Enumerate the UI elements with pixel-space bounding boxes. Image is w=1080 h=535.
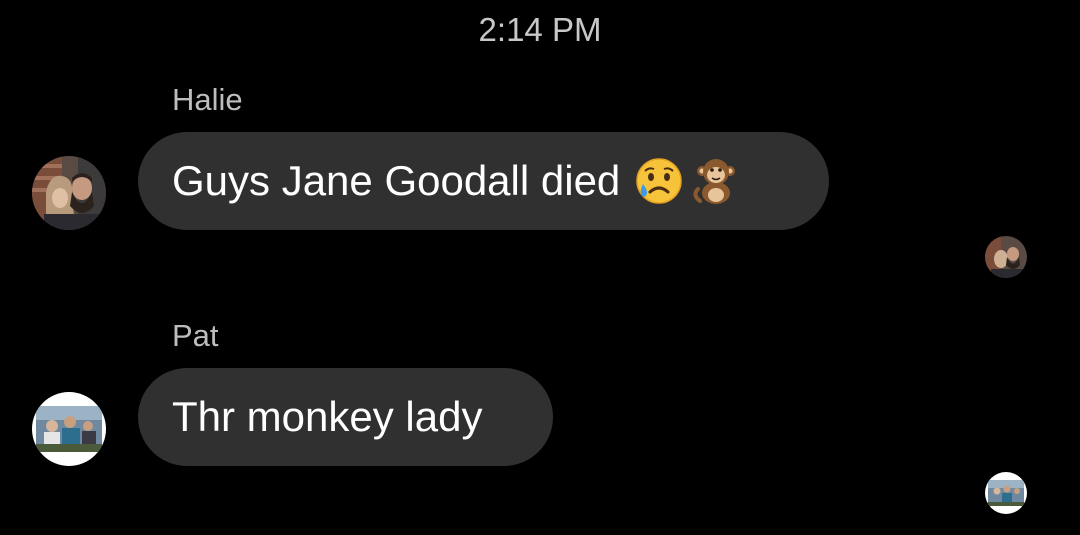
- read-receipt-avatar: [985, 472, 1027, 514]
- sad-relieved-face-icon: [634, 156, 684, 206]
- avatar[interactable]: [32, 392, 106, 466]
- sender-name: Pat: [172, 318, 219, 353]
- avatar[interactable]: [32, 156, 106, 230]
- message-text: Guys Jane Goodall died: [172, 157, 621, 204]
- read-receipt-avatar: [985, 236, 1027, 278]
- sender-name: Halie: [172, 82, 243, 117]
- monkey-icon: [690, 155, 742, 207]
- message-text: Thr monkey lady: [172, 393, 483, 440]
- message-bubble[interactable]: Guys Jane Goodall died: [138, 132, 829, 230]
- message-timestamp: 2:14 PM: [478, 11, 602, 48]
- message-bubble[interactable]: Thr monkey lady: [138, 368, 553, 466]
